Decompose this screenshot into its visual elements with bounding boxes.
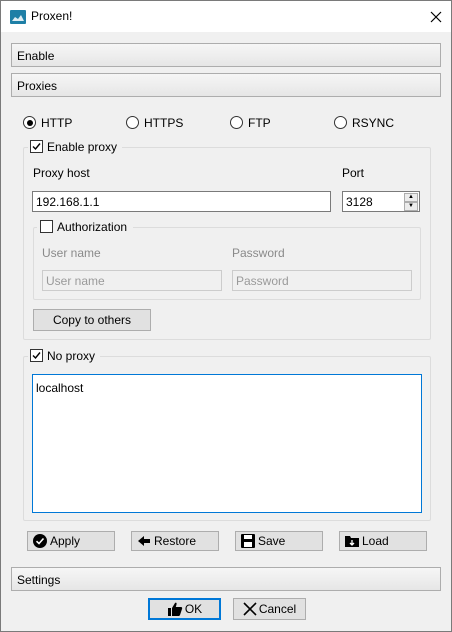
proxy-host-label: Proxy host [33, 166, 90, 180]
section-settings-label: Settings [17, 573, 61, 587]
port-input[interactable]: 3128 ▲ ▼ [342, 191, 420, 212]
port-spinner[interactable]: ▲ ▼ [404, 193, 418, 211]
radio-rsync-label: RSYNC [352, 116, 395, 130]
copy-to-others-label: Copy to others [52, 313, 132, 327]
username-placeholder: User name [46, 274, 105, 288]
close-icon [430, 11, 442, 22]
floppy-disk-icon [241, 534, 255, 548]
username-input[interactable]: User name [42, 270, 222, 291]
load-label: Load [362, 534, 389, 548]
radio-ftp[interactable] [230, 116, 243, 129]
load-button[interactable]: Load [339, 531, 427, 551]
password-input[interactable]: Password [232, 270, 412, 291]
radio-ftp-label: FTP [248, 116, 271, 130]
cancel-button[interactable]: Cancel [233, 598, 306, 620]
restore-button[interactable]: Restore [131, 531, 219, 551]
no-proxy-label: No proxy [47, 349, 96, 363]
section-enable-label: Enable [17, 49, 55, 63]
cancel-label: Cancel [258, 602, 297, 616]
checkmark-circle-icon [33, 534, 47, 548]
apply-label: Apply [50, 534, 81, 548]
back-arrow-icon [138, 536, 150, 546]
port-label: Port [342, 166, 365, 180]
radio-rsync[interactable] [334, 116, 347, 129]
app-icon [10, 10, 26, 24]
proxen-window: Proxen! Enable Proxies HTTP HTTPS FTP RS… [0, 0, 452, 632]
close-button[interactable] [421, 1, 451, 32]
section-proxies[interactable]: Proxies [11, 73, 441, 97]
title-bar: Proxen! [1, 1, 451, 32]
no-proxy-checkbox[interactable] [30, 349, 43, 362]
authorization-label: Authorization [57, 220, 128, 234]
save-label: Save [258, 534, 286, 548]
ok-button[interactable]: OK [148, 598, 221, 620]
no-proxy-textarea[interactable]: localhost [32, 374, 422, 513]
folder-open-icon [345, 536, 359, 547]
port-value: 3128 [346, 195, 373, 209]
proxy-host-value: 192.168.1.1 [36, 195, 100, 209]
thumbs-up-icon [167, 602, 183, 616]
section-enable[interactable]: Enable [11, 43, 441, 67]
spin-up-icon[interactable]: ▲ [404, 193, 418, 202]
checkmark-icon [32, 352, 41, 360]
window-title: Proxen! [31, 9, 73, 23]
save-button[interactable]: Save [235, 531, 323, 551]
no-proxy-value: localhost [36, 381, 84, 395]
enable-proxy-label: Enable proxy [47, 140, 118, 154]
authorization-checkbox[interactable] [40, 220, 53, 233]
enable-proxy-checkbox[interactable] [30, 140, 43, 153]
spin-down-icon[interactable]: ▼ [404, 202, 418, 211]
radio-http[interactable] [23, 116, 36, 129]
copy-to-others-button[interactable]: Copy to others [33, 309, 151, 331]
restore-label: Restore [154, 534, 197, 548]
password-label: Password [232, 246, 285, 260]
checkmark-icon [32, 143, 41, 151]
radio-https[interactable] [126, 116, 139, 129]
section-settings[interactable]: Settings [11, 567, 441, 591]
password-placeholder: Password [236, 274, 289, 288]
username-label: User name [42, 246, 101, 260]
section-proxies-label: Proxies [17, 79, 58, 93]
radio-https-label: HTTPS [144, 116, 184, 130]
proxy-host-input[interactable]: 192.168.1.1 [32, 191, 331, 212]
ok-label: OK [184, 602, 203, 616]
radio-http-label: HTTP [41, 116, 73, 130]
cancel-x-icon [243, 602, 257, 616]
apply-button[interactable]: Apply [27, 531, 115, 551]
